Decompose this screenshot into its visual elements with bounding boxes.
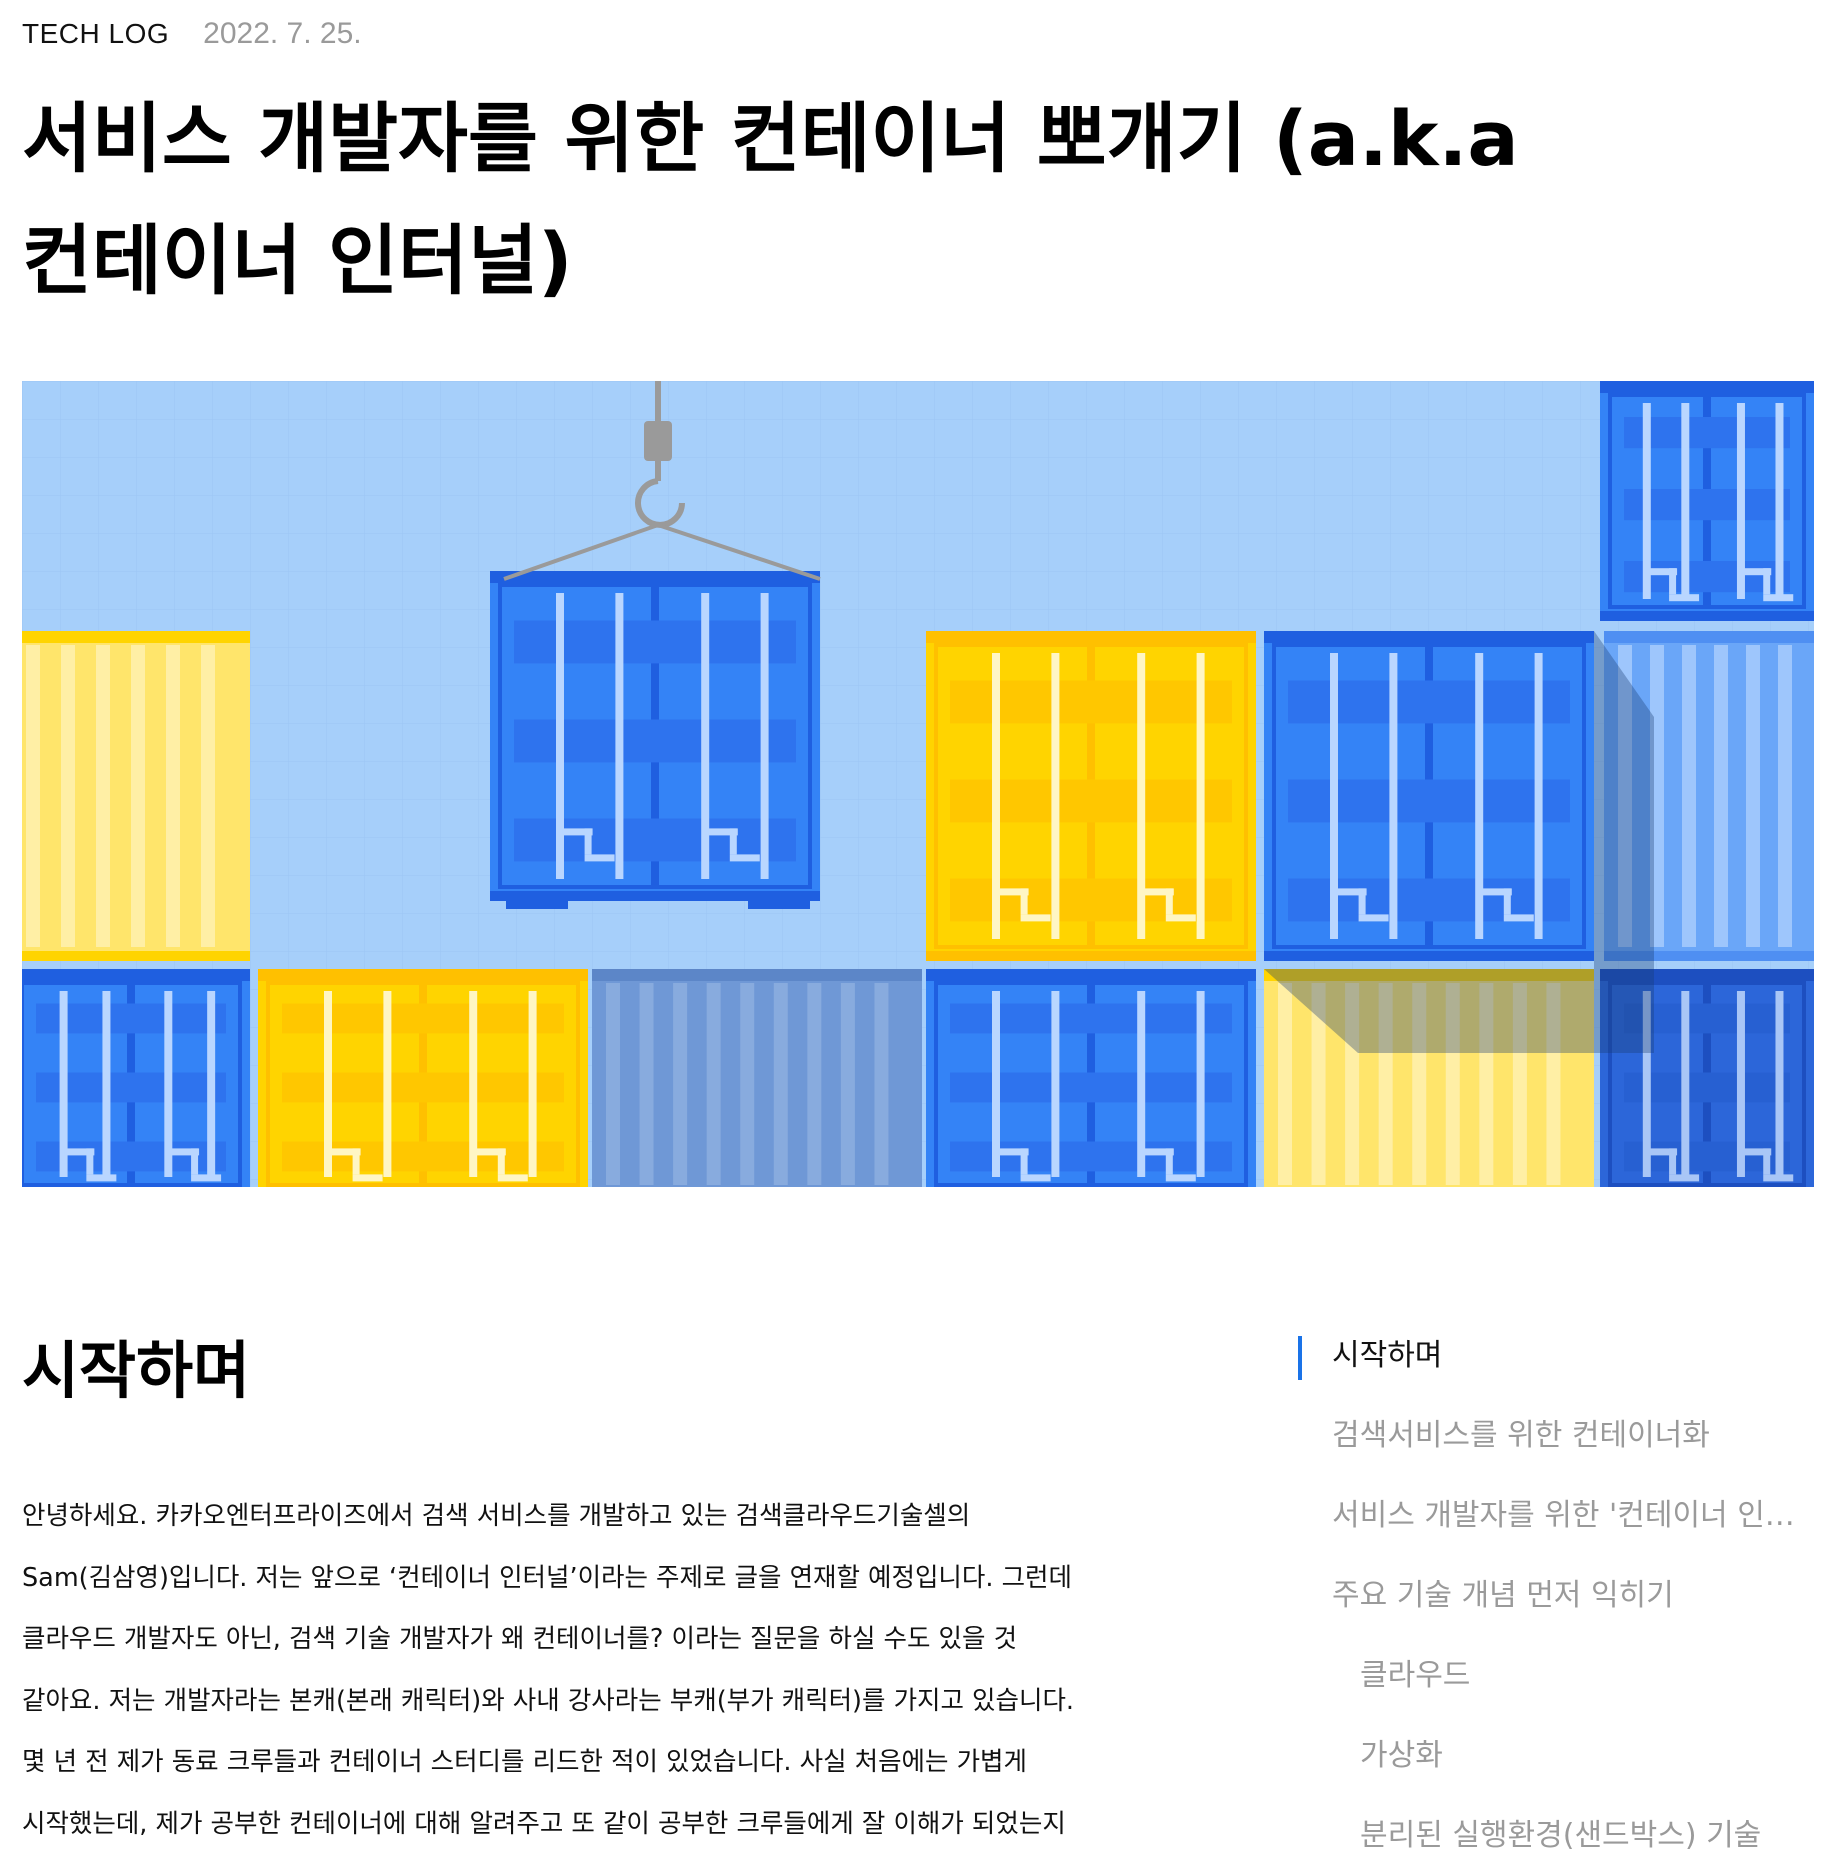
paragraph-line: 안녕하세요. 카카오엔터프라이즈에서 검색 서비스를 개발하고 있는 검색클라우… (22, 1501, 971, 1531)
shipping-container (490, 571, 820, 901)
article-title: 서비스 개발자를 위한 컨테이너 뽀개기 (a.k.a 컨테이너 인터널) (22, 78, 1582, 322)
toc-item[interactable]: 가상화 (1360, 1730, 1803, 1774)
post-meta: TECH LOG 2022. 7. 25. (22, 14, 362, 54)
article-title-line1: 서비스 개발자를 위한 컨테이너 뽀개기 (a.k.a (22, 94, 1519, 183)
paragraph-line: 클라우드 개발자도 아닌, 검색 기술 개발자가 왜 컨테이너를? 이라는 질문… (22, 1624, 1018, 1655)
paragraph-line: 몇 년 전 제가 동료 크루들과 컨테이너 스터디를 리드한 적이 있었습니다.… (22, 1747, 1027, 1778)
toc-item[interactable]: 클라우드 (1360, 1650, 1803, 1694)
article-paragraph: 안녕하세요. 카카오엔터프라이즈에서 검색 서비스를 개발하고 있는 검색클라우… (22, 1486, 1192, 1856)
post-date: 2022. 7. 25. (203, 17, 362, 50)
toc-item[interactable]: 검색서비스를 위한 컨테이너화 (1332, 1410, 1803, 1454)
section-title: 시작하며 (22, 1334, 251, 1407)
shipping-container (926, 631, 1256, 961)
shipping-container (592, 969, 922, 1187)
shipping-container (22, 631, 250, 961)
toc-item[interactable]: 서비스 개발자를 위한 '컨테이너 인터널' (1332, 1490, 1803, 1534)
toc-item[interactable]: 분리된 실행환경(샌드박스) 기술 (1360, 1810, 1803, 1854)
shipping-container (258, 969, 588, 1187)
toc-active-indicator (1298, 1336, 1302, 1380)
paragraph-line: Sam(김삼영)입니다. 저는 앞으로 ‘컨테이너 인터널’이라는 주제로 글을… (22, 1562, 1072, 1593)
article-title-line2: 컨테이너 인터널) (22, 216, 573, 305)
paragraph-line: 시작했는데, 제가 공부한 컨테이너에 대해 알려주고 또 같이 공부한 크루들… (22, 1808, 1066, 1839)
toc-item[interactable]: 시작하며 (1332, 1330, 1803, 1374)
hero-illustration (22, 381, 1814, 1187)
category-label[interactable]: TECH LOG (22, 18, 169, 50)
shipping-container (1600, 381, 1814, 621)
shipping-container (926, 969, 1256, 1187)
shipping-container (22, 969, 250, 1187)
paragraph-line: 같아요. 저는 개발자라는 본캐(본래 캐릭터)와 사내 강사라는 부캐(부가 … (22, 1685, 1075, 1716)
toc-item[interactable]: 주요 기술 개념 먼저 익히기 (1332, 1570, 1803, 1614)
shipping-container (1264, 631, 1594, 961)
